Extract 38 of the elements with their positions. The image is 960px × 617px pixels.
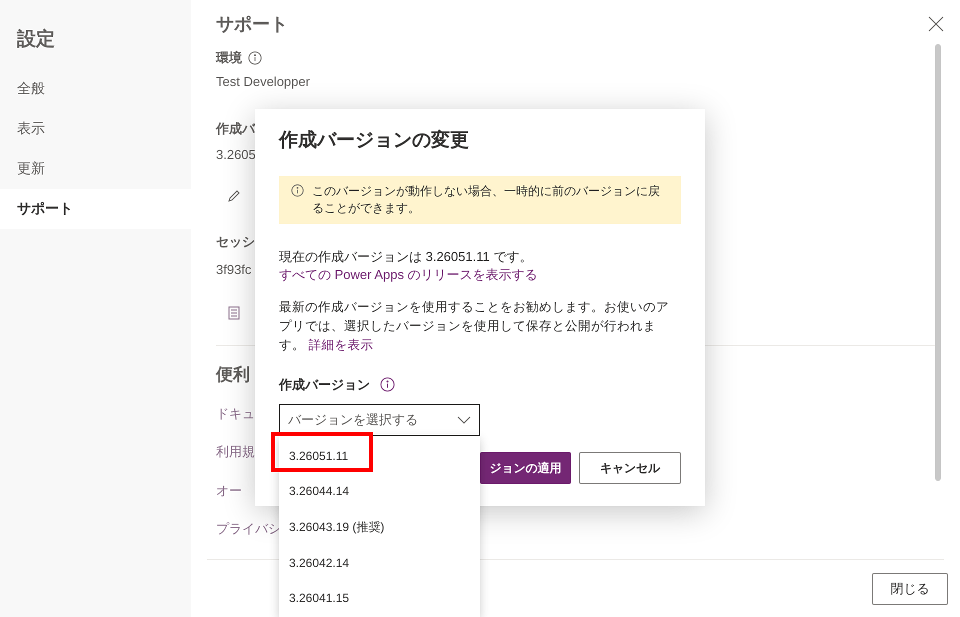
- field-label: 作成バ: [216, 120, 255, 138]
- dropdown-option[interactable]: 3.26041.15: [279, 580, 480, 616]
- sidebar-item[interactable]: 全般: [0, 68, 191, 108]
- field-label: セッシ: [216, 233, 255, 251]
- recommendation-text: 最新の作成バージョンを使用することをお勧めします。お使いのアプリでは、選択したバージョンを使用して保存と公開が行われます。 詳細を表示: [279, 298, 670, 354]
- close-button[interactable]: 閉じる: [872, 572, 948, 604]
- panel-title: サポート: [216, 13, 288, 36]
- dropdown-option[interactable]: 3.26051.11: [279, 438, 480, 474]
- field-label: 環境: [216, 49, 242, 67]
- section-title: 便利: [216, 364, 250, 386]
- sidebar-item[interactable]: 表示: [0, 108, 191, 148]
- link[interactable]: オー: [216, 480, 242, 500]
- sidebar-item[interactable]: 更新: [0, 148, 191, 188]
- dropdown-option[interactable]: 3.26042.14: [279, 544, 480, 580]
- apply-button[interactable]: ジョンの適用: [480, 452, 571, 484]
- warning-text: このバージョンが動作しない場合、一時的に前のバージョンに戻ることができます。: [312, 182, 661, 216]
- pencil-icon: [226, 188, 242, 204]
- document-icon: [226, 305, 242, 321]
- dropdown-option[interactable]: 3.26043.19 (推奨): [279, 509, 480, 545]
- dialog-title: 作成バージョンの変更: [279, 128, 470, 153]
- link[interactable]: 利用規: [216, 442, 255, 462]
- chevron-down-icon: [457, 416, 471, 424]
- cancel-button[interactable]: キャンセル: [579, 452, 681, 484]
- field-label: 作成バージョン: [279, 376, 370, 394]
- info-icon: [380, 376, 395, 392]
- field-value: 3.2605: [216, 146, 256, 164]
- dropdown-option[interactable]: 3.26044.14: [279, 474, 480, 510]
- info-icon: [291, 184, 304, 196]
- sidebar-item[interactable]: サポート: [0, 188, 191, 228]
- field-value: 3f93fc: [216, 260, 252, 278]
- info-icon: [248, 50, 262, 65]
- current-version-text: 現在の作成バージョンは 3.26051.11 です。 すべての Power Apps のリリースを表示する: [279, 248, 539, 284]
- close-icon[interactable]: [928, 16, 944, 32]
- link[interactable]: ドキュ: [216, 404, 255, 423]
- sidebar-title: 設定: [16, 28, 56, 52]
- field-value: Test Developper: [216, 72, 310, 91]
- releases-link[interactable]: すべての Power Apps のリリースを表示する: [279, 266, 538, 282]
- details-link[interactable]: 詳細を表示: [308, 338, 374, 352]
